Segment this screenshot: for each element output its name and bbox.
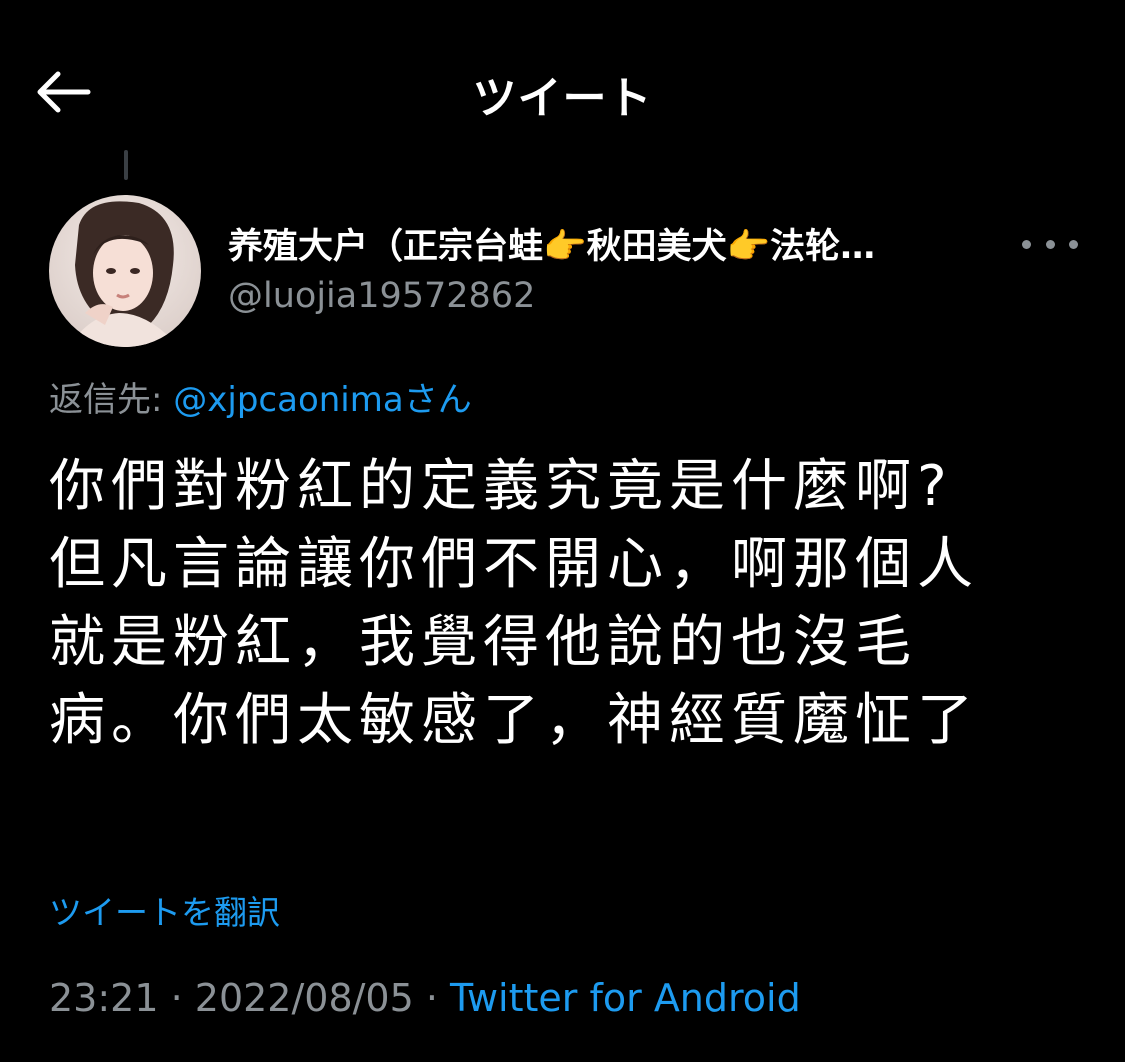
avatar[interactable] xyxy=(49,195,201,347)
mention-handle: @xjpcaonima xyxy=(173,380,404,420)
tweet-date: 2022/08/05 xyxy=(194,976,414,1020)
top-bar: ツイート xyxy=(0,0,1125,180)
author-display-name[interactable]: 养殖大户（正宗台蛙👉秋田美犬👉法轮… xyxy=(228,218,1018,269)
tweet-source-link[interactable]: Twitter for Android xyxy=(450,976,801,1020)
author-handle[interactable]: @luojia19572862 xyxy=(228,276,535,316)
tweet-text: 你們對粉紅的定義究竟是什麼啊? 但凡言論讓你們不開心，啊那個人 就是粉紅，我覺得… xyxy=(49,448,1089,760)
meta-separator: · xyxy=(158,976,195,1020)
avatar-image xyxy=(49,195,201,347)
thread-connector-line xyxy=(124,150,128,180)
more-dot-icon xyxy=(1069,239,1078,249)
tweet-text-line: 但凡言論讓你們不開心，啊那個人 xyxy=(49,532,979,597)
tweet-text-line: 病。你們太敏感了，神經質魔怔了 xyxy=(49,688,979,753)
meta-separator: · xyxy=(413,976,451,1020)
mention-suffix: さん xyxy=(403,380,472,420)
reply-to-prefix: 返信先: xyxy=(49,380,174,420)
more-dot-icon xyxy=(1045,239,1055,249)
reply-to-line: 返信先: @xjpcaonimaさん xyxy=(49,372,472,421)
page-title: ツイート xyxy=(472,73,653,124)
tweet-metadata: 23:21 · 2022/08/05 · Twitter for Android xyxy=(49,976,801,1020)
more-dot-icon xyxy=(1022,239,1031,249)
tweet-text-line: 你們對粉紅的定義究竟是什麼啊? xyxy=(49,454,953,519)
tweet-text-line: 就是粉紅，我覺得他說的也沒毛 xyxy=(49,610,917,675)
more-options-button[interactable] xyxy=(1022,226,1078,262)
translate-tweet-link[interactable]: ツイートを翻訳 xyxy=(49,886,280,934)
tweet-time: 23:21 xyxy=(49,976,159,1020)
reply-to-mention[interactable]: @xjpcaonimaさん xyxy=(173,380,471,420)
